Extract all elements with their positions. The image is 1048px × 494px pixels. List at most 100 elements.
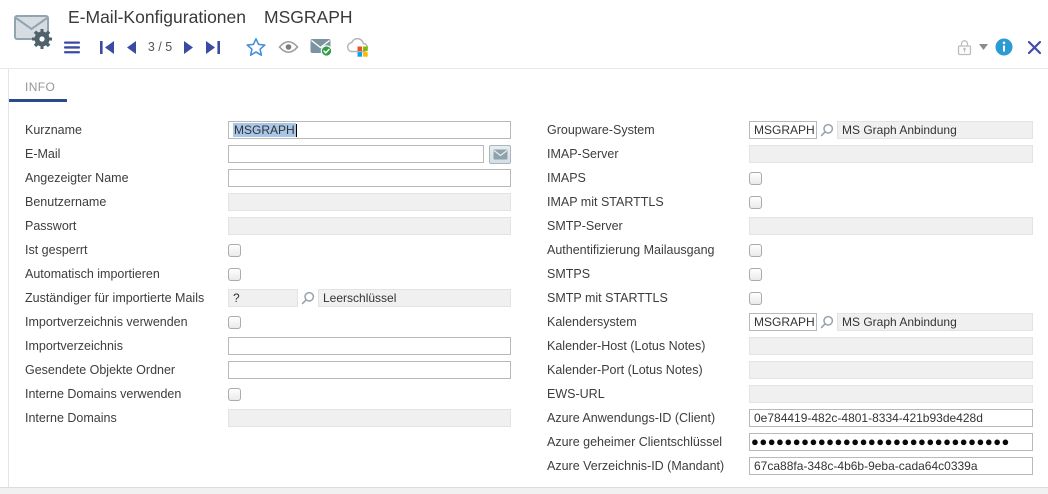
toolbar: 3 / 5 <box>64 34 370 60</box>
azure-anwendungs-id-client-input[interactable]: 0e784419-482c-4801-8334-421b93de428d <box>749 409 1033 427</box>
interne-domains-verwenden-checkbox[interactable] <box>228 388 241 401</box>
imaps-label: IMAPS <box>547 171 749 185</box>
nav-prev-icon[interactable] <box>127 41 136 54</box>
passwort-input <box>228 217 511 235</box>
authentifizierung-mailausgang-checkbox[interactable] <box>749 244 762 257</box>
form-row-imaps: IMAPS <box>547 166 1033 190</box>
importverzeichnis-field-area <box>228 336 511 356</box>
angezeigter-name-label: Angezeigter Name <box>25 171 228 185</box>
smtp-mit-starttls-label: SMTP mit STARTTLS <box>547 291 749 305</box>
smtp-mit-starttls-field-area <box>749 288 1033 308</box>
imap-mit-starttls-checkbox[interactable] <box>749 196 762 209</box>
info-icon[interactable] <box>995 38 1013 56</box>
interne-domains-label: Interne Domains <box>25 411 228 425</box>
ist-gesperrt-label: Ist gesperrt <box>25 243 228 257</box>
form-row-gesendete-objekte-ordner: Gesendete Objekte Ordner <box>25 358 511 382</box>
form-row-kalender-host-lotus-notes: Kalender-Host (Lotus Notes) <box>547 334 1033 358</box>
kalender-host-lotus-notes-input <box>749 337 1033 355</box>
imap-mit-starttls-field-area <box>749 192 1033 212</box>
tab-info[interactable]: INFO <box>9 80 67 102</box>
smtp-mit-starttls-checkbox[interactable] <box>749 292 762 305</box>
menu-icon[interactable] <box>64 41 80 54</box>
gear-icon <box>32 29 52 49</box>
kalender-port-lotus-notes-field-area <box>749 360 1033 380</box>
automatisch-importieren-label: Automatisch importieren <box>25 267 228 281</box>
text-cursor <box>296 124 297 137</box>
password-dots: ●●●●●●●●●●●●●●●●●●●●●●●●●●●●●●● <box>751 433 1010 451</box>
form-row-benutzername: Benutzername <box>25 190 511 214</box>
ist-gesperrt-checkbox[interactable] <box>228 244 241 257</box>
authentifizierung-mailausgang-field-area <box>749 240 1033 260</box>
form-row-e-mail: E-Mail <box>25 142 511 166</box>
importverzeichnis-verwenden-checkbox[interactable] <box>228 316 241 329</box>
imaps-checkbox[interactable] <box>749 172 762 185</box>
selected-text: MSGRAPH <box>233 123 296 137</box>
benutzername-label: Benutzername <box>25 195 228 209</box>
e-mail-label: E-Mail <box>25 147 228 161</box>
form-row-ist-gesperrt: Ist gesperrt <box>25 238 511 262</box>
groupware-system-code-input[interactable]: MSGRAPH <box>749 121 817 139</box>
mail-check-icon[interactable] <box>310 38 333 57</box>
form-row-importverzeichnis: Importverzeichnis <box>25 334 511 358</box>
automatisch-importieren-field-area <box>228 264 511 284</box>
panel-left-border <box>8 69 9 488</box>
kalendersystem-code-input[interactable]: MSGRAPH <box>749 313 817 331</box>
email-configuration-window: E-Mail-KonfigurationenMSGRAPH 3 / 5 <box>0 0 1048 494</box>
form-row-smtps: SMTPS <box>547 262 1033 286</box>
kurzname-field-area: MSGRAPH <box>228 120 511 140</box>
form-column-right: Groupware-SystemMSGRAPHMS Graph Anbindun… <box>547 118 1033 478</box>
passwort-label: Passwort <box>25 219 228 233</box>
nav-last-icon[interactable] <box>205 41 220 54</box>
dropdown-caret-icon[interactable] <box>979 44 988 50</box>
close-icon[interactable] <box>1027 40 1042 55</box>
kurzname-input[interactable]: MSGRAPH <box>228 121 511 139</box>
gesendete-objekte-ordner-label: Gesendete Objekte Ordner <box>25 363 228 377</box>
azure-anwendungs-id-client-field-area: 0e784419-482c-4801-8334-421b93de428d <box>749 408 1033 428</box>
lookup-search-icon[interactable] <box>820 315 834 329</box>
azure-geheimer-clientschl-ssel-input[interactable]: ●●●●●●●●●●●●●●●●●●●●●●●●●●●●●●● <box>749 433 1033 451</box>
groupware-system-field-area: MSGRAPHMS Graph Anbindung <box>749 120 1033 140</box>
smtp-server-input <box>749 217 1033 235</box>
smtp-server-label: SMTP-Server <box>547 219 749 233</box>
azure-verzeichnis-id-mandant-input[interactable]: 67ca88fa-348c-4b6b-9eba-cada64c0339a <box>749 457 1033 475</box>
groupware-system-label: Groupware-System <box>547 123 749 137</box>
gesendete-objekte-ordner-input[interactable] <box>228 361 511 379</box>
ews-url-field-area <box>749 384 1033 404</box>
importverzeichnis-input[interactable] <box>228 337 511 355</box>
lookup-search-icon[interactable] <box>820 123 834 137</box>
page-title: E-Mail-KonfigurationenMSGRAPH <box>68 7 353 28</box>
preview-eye-icon[interactable] <box>278 40 299 54</box>
azure-geheimer-clientschl-ssel-label: Azure geheimer Clientschlüssel <box>547 435 749 449</box>
angezeigter-name-field-area <box>228 168 511 188</box>
toolbar-divider <box>0 68 1048 69</box>
form-row-kalender-port-lotus-notes: Kalender-Port (Lotus Notes) <box>547 358 1033 382</box>
favorite-star-icon[interactable] <box>246 37 266 57</box>
form-row-kurzname: KurznameMSGRAPH <box>25 118 511 142</box>
importverzeichnis-verwenden-label: Importverzeichnis verwenden <box>25 315 228 329</box>
imap-server-label: IMAP-Server <box>547 147 749 161</box>
form-row-azure-geheimer-clientschl-ssel: Azure geheimer Clientschlüssel●●●●●●●●●●… <box>547 430 1033 454</box>
record-name: MSGRAPH <box>264 7 352 27</box>
form-row-kalendersystem: KalendersystemMSGRAPHMS Graph Anbindung <box>547 310 1033 334</box>
ist-gesperrt-field-area <box>228 240 511 260</box>
zust-ndiger-f-r-importierte-mails-label: Zuständiger für importierte Mails <box>25 291 228 305</box>
smtps-label: SMTPS <box>547 267 749 281</box>
interne-domains-verwenden-label: Interne Domains verwenden <box>25 387 228 401</box>
lock-icon[interactable] <box>955 38 974 57</box>
cloud-services-icon[interactable] <box>345 38 370 57</box>
gesendete-objekte-ordner-field-area <box>228 360 511 380</box>
importverzeichnis-verwenden-field-area <box>228 312 511 332</box>
zust-ndiger-f-r-importierte-mails-field-area: ?Leerschlüssel <box>228 288 511 308</box>
lookup-search-icon[interactable] <box>301 291 315 305</box>
angezeigter-name-input[interactable] <box>228 169 511 187</box>
zust-ndiger-f-r-importierte-mails-display: Leerschlüssel <box>318 289 511 307</box>
form-row-automatisch-importieren: Automatisch importieren <box>25 262 511 286</box>
interne-domains-verwenden-field-area <box>228 384 511 404</box>
nav-first-icon[interactable] <box>100 41 115 54</box>
automatisch-importieren-checkbox[interactable] <box>228 268 241 281</box>
nav-next-icon[interactable] <box>184 41 193 54</box>
e-mail-input[interactable] <box>228 145 484 163</box>
e-mail-field-area <box>228 144 511 164</box>
smtps-checkbox[interactable] <box>749 268 762 281</box>
send-email-button[interactable] <box>489 145 511 164</box>
